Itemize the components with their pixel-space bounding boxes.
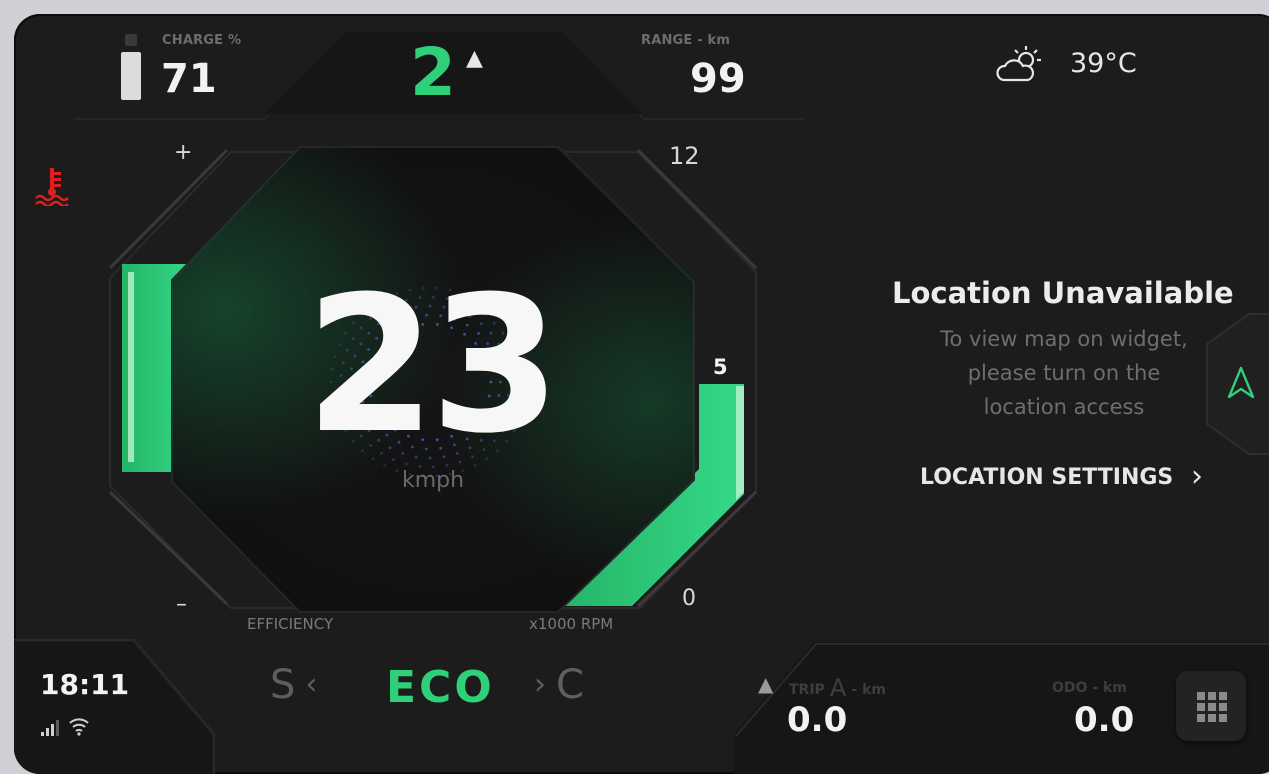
location-settings-label: LOCATION SETTINGS [920, 465, 1174, 490]
efficiency-label: EFFICIENCY [247, 615, 334, 633]
gear-value: 2 [410, 34, 456, 111]
range-label: RANGE - km [641, 33, 731, 48]
mode-sport-label: S [270, 662, 296, 708]
coolant-temperature-warning-icon [34, 166, 70, 208]
chevron-left-icon: ‹ [305, 667, 318, 702]
temperature: 39°C [1070, 48, 1137, 79]
rpm-max-label: 12 [669, 142, 700, 170]
charge-value: 71 [161, 56, 217, 102]
location-settings-button[interactable]: LOCATION SETTINGS › [920, 459, 1203, 494]
grid-icon [1197, 692, 1227, 722]
rpm-current-label: 5 [713, 355, 728, 379]
efficiency-plus-label: + [174, 140, 193, 165]
partly-cloudy-day-icon [996, 44, 1044, 86]
location-message-line2: please turn on the [967, 361, 1161, 385]
speed-unit: kmph [401, 468, 465, 493]
location-title: Location Unavailable [892, 276, 1234, 310]
trip-value: 0.0 [787, 700, 848, 740]
battery-icon [121, 34, 141, 100]
dashboard-frame: CHARGE % 71 2 ▲ RANGE - km 99 39°C + – E… [14, 14, 1269, 774]
trip-unit: - km [851, 682, 887, 698]
mode-sport-button[interactable]: S ‹ [270, 662, 317, 708]
rpm-unit-label: x1000 RPM [529, 615, 614, 633]
location-message-line3: location access [983, 395, 1145, 419]
chevron-right-icon: › [1190, 459, 1203, 494]
signal-strength-icon [40, 718, 62, 736]
trip-label-text: TRIP [789, 682, 825, 698]
efficiency-minus-label: – [176, 592, 187, 617]
location-message: To view map on widget, please turn on th… [894, 322, 1234, 424]
navigation-arrow-icon[interactable] [1226, 366, 1256, 400]
location-message-line1: To view map on widget, [940, 327, 1188, 351]
wifi-icon [68, 716, 90, 736]
trip-toggle-icon[interactable]: ▲ [758, 672, 773, 696]
trip-label: TRIP A - km [789, 674, 886, 702]
trip-letter: A [829, 674, 847, 702]
mode-custom-button[interactable]: › C [534, 662, 584, 708]
odo-label: ODO - km [1052, 680, 1127, 696]
chevron-right-icon: › [534, 667, 546, 702]
gear-up-icon: ▲ [466, 46, 483, 71]
range-value: 99 [690, 56, 746, 102]
clock: 18:11 [40, 668, 130, 701]
rpm-min-label: 0 [682, 586, 696, 611]
mode-custom-label: C [556, 662, 584, 708]
odo-value: 0.0 [1074, 700, 1135, 740]
charge-label: CHARGE % [162, 33, 242, 48]
speed-value: 23 [305, 256, 561, 475]
mode-eco-label: ECO [386, 662, 495, 713]
app-menu-button[interactable] [1176, 671, 1246, 741]
